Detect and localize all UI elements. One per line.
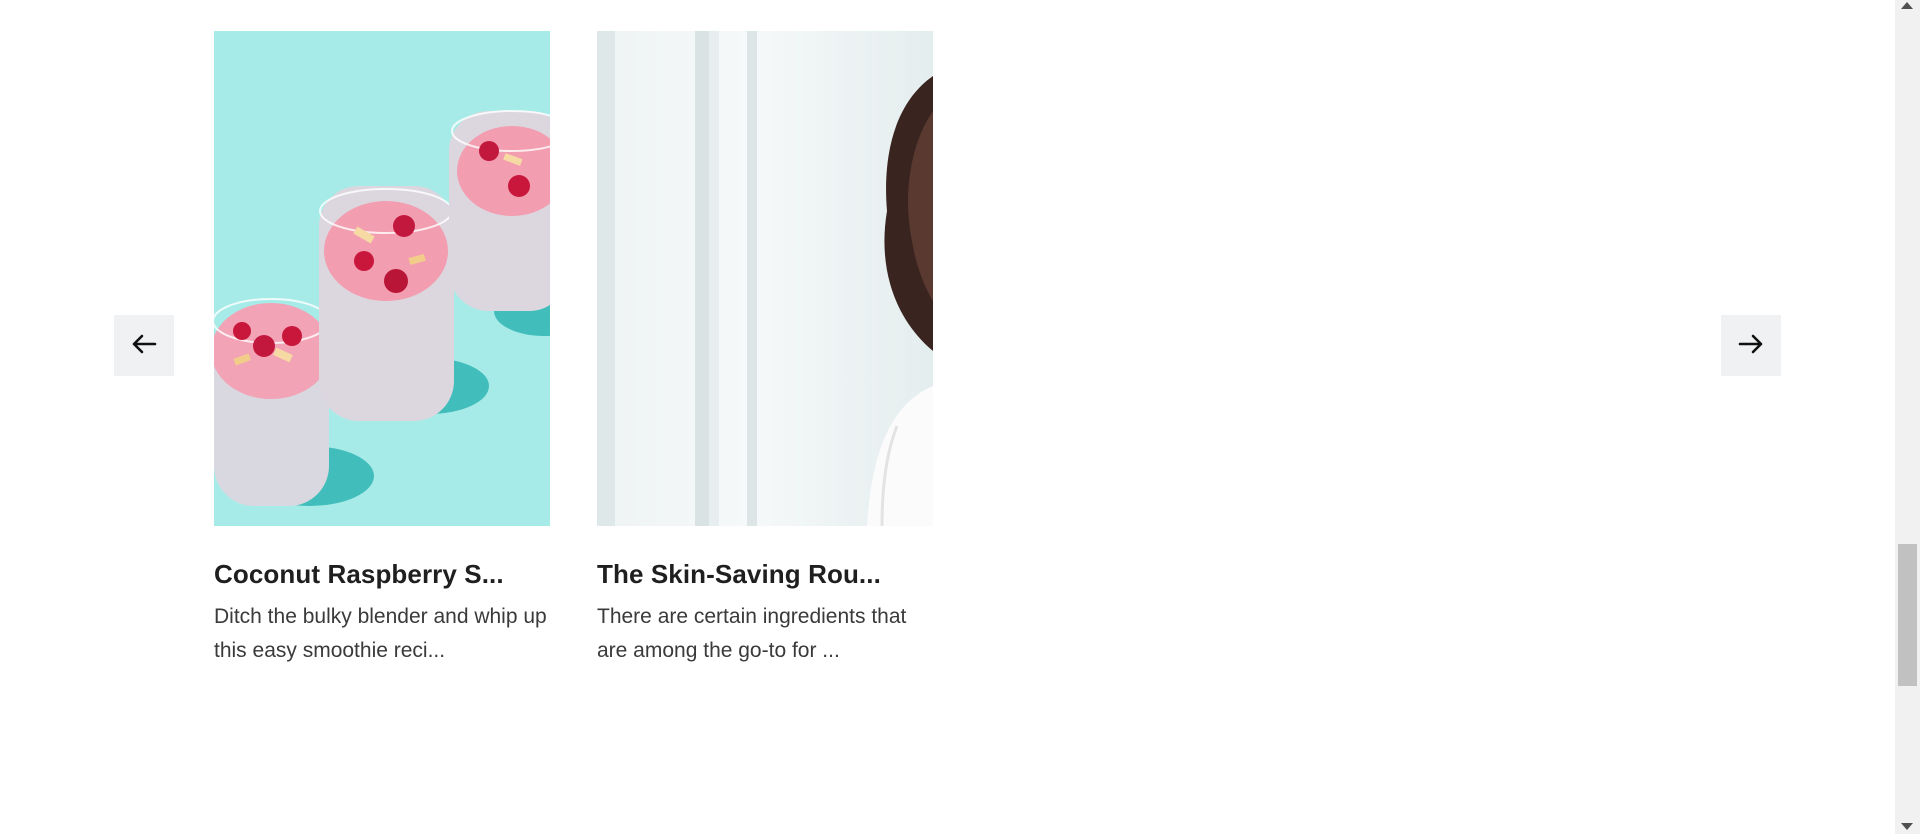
carousel-next-button[interactable] [1721, 315, 1781, 376]
article-excerpt: There are certain ingredients that are a… [597, 605, 907, 662]
arrow-right-icon [1736, 329, 1766, 362]
raspberry-smoothie-image[interactable] [214, 31, 550, 526]
page: Coconut Raspberry S... Ditch the bulky b… [0, 0, 1895, 834]
article-excerpt: Ditch the bulky blender and whip up this… [214, 605, 547, 662]
article-card[interactable]: The Skin-Saving Rou... There are certain… [597, 31, 933, 668]
arrow-left-icon [129, 329, 159, 362]
carousel-prev-button[interactable] [114, 315, 174, 376]
woman-mirror-image[interactable] [597, 31, 933, 526]
article-title[interactable]: Coconut Raspberry S... [214, 559, 550, 590]
scroll-down-icon[interactable] [1901, 823, 1913, 830]
page-scrollbar[interactable] [1895, 0, 1920, 834]
article-title[interactable]: The Skin-Saving Rou... [597, 559, 933, 590]
article-card[interactable]: Coconut Raspberry S... Ditch the bulky b… [214, 31, 550, 668]
scroll-up-icon[interactable] [1901, 2, 1913, 9]
scrollbar-thumb[interactable] [1898, 544, 1917, 686]
